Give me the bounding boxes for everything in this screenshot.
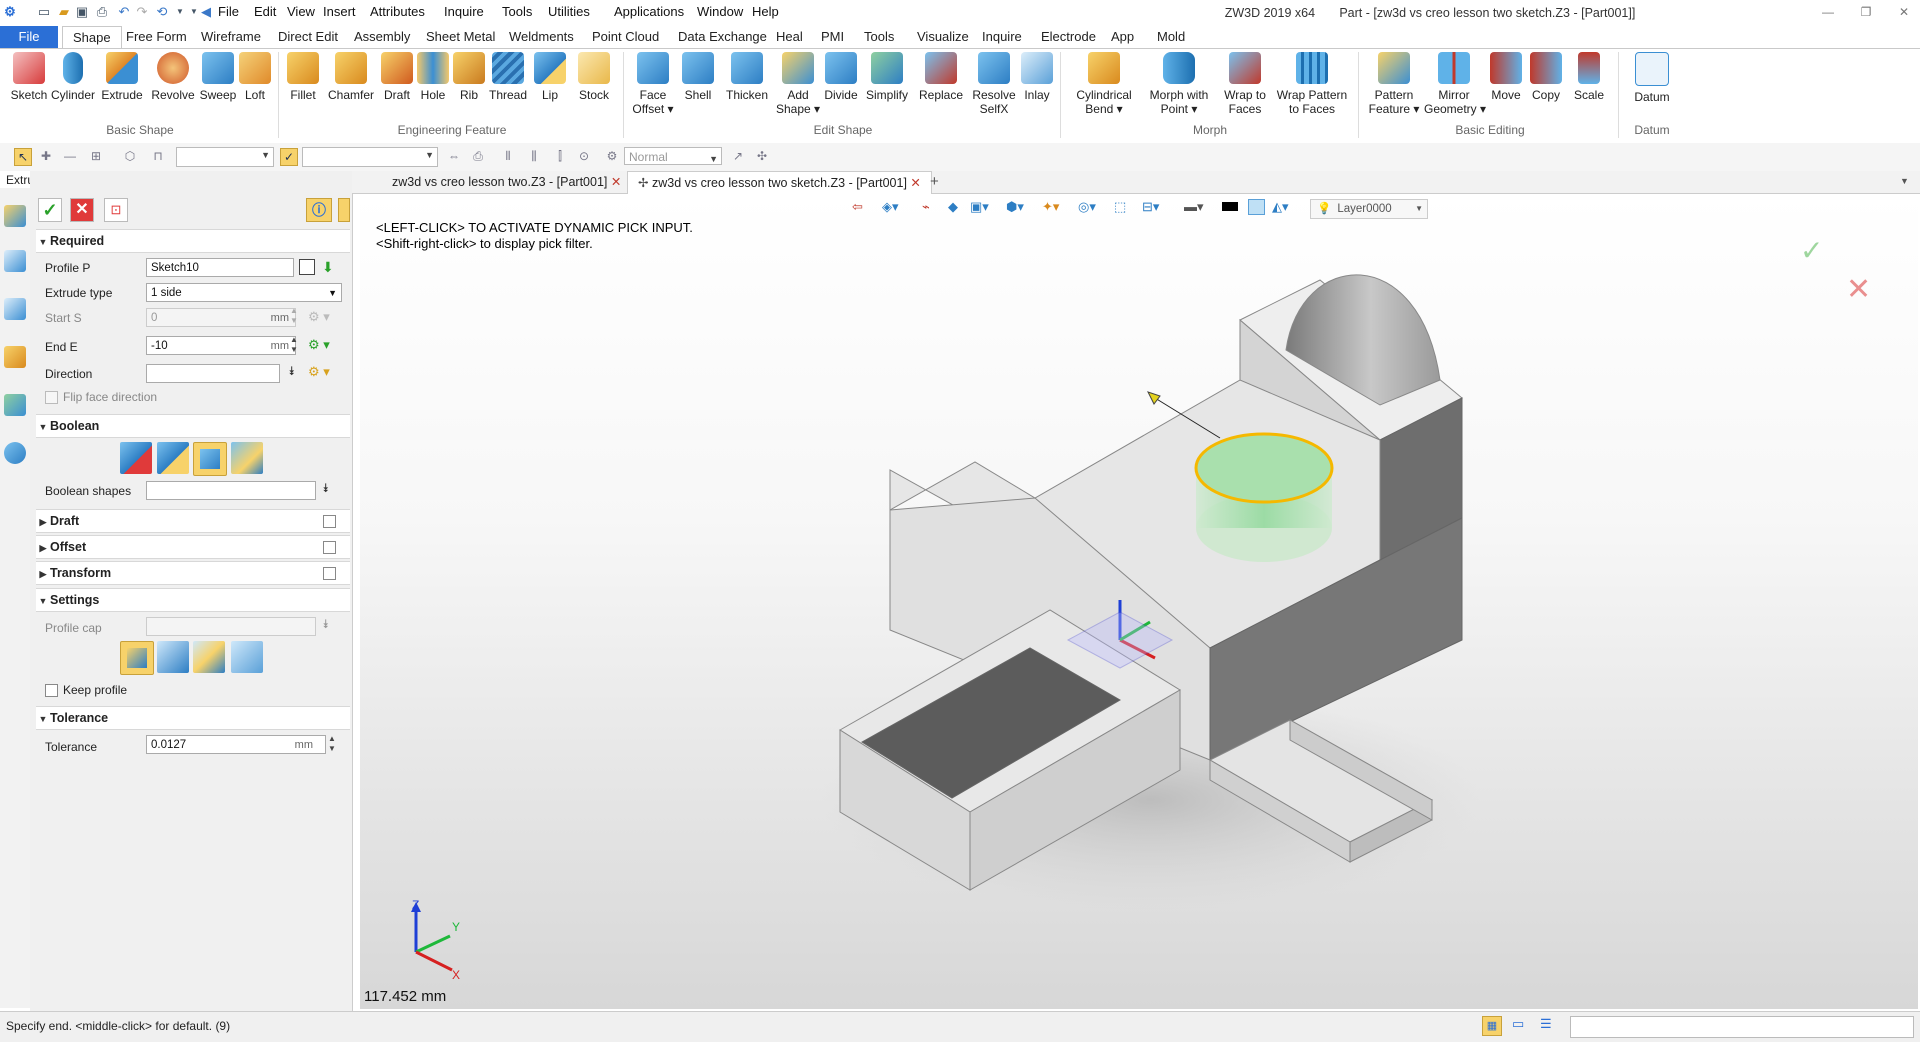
axis-x-line [415, 950, 453, 972]
axis-y-label: Y [452, 920, 461, 934]
axis-x-label: X [452, 968, 461, 982]
selected-profile-circle [1194, 432, 1334, 504]
measurement-readout: 117.452 mm [364, 988, 447, 1005]
status-display-icon[interactable]: ▭ [1512, 1016, 1524, 1032]
direction-arrow-icon [1147, 391, 1161, 405]
axis-y-line [415, 934, 451, 954]
status-prompt: Specify end. <middle-click> for default.… [6, 1019, 231, 1033]
axis-z-label: Z [412, 898, 420, 912]
status-view-icon[interactable]: ▦ [1482, 1016, 1502, 1036]
command-input[interactable] [1570, 1016, 1914, 1038]
part-model[interactable] [0, 0, 1920, 1041]
status-list-icon[interactable]: ☰ [1540, 1016, 1552, 1032]
